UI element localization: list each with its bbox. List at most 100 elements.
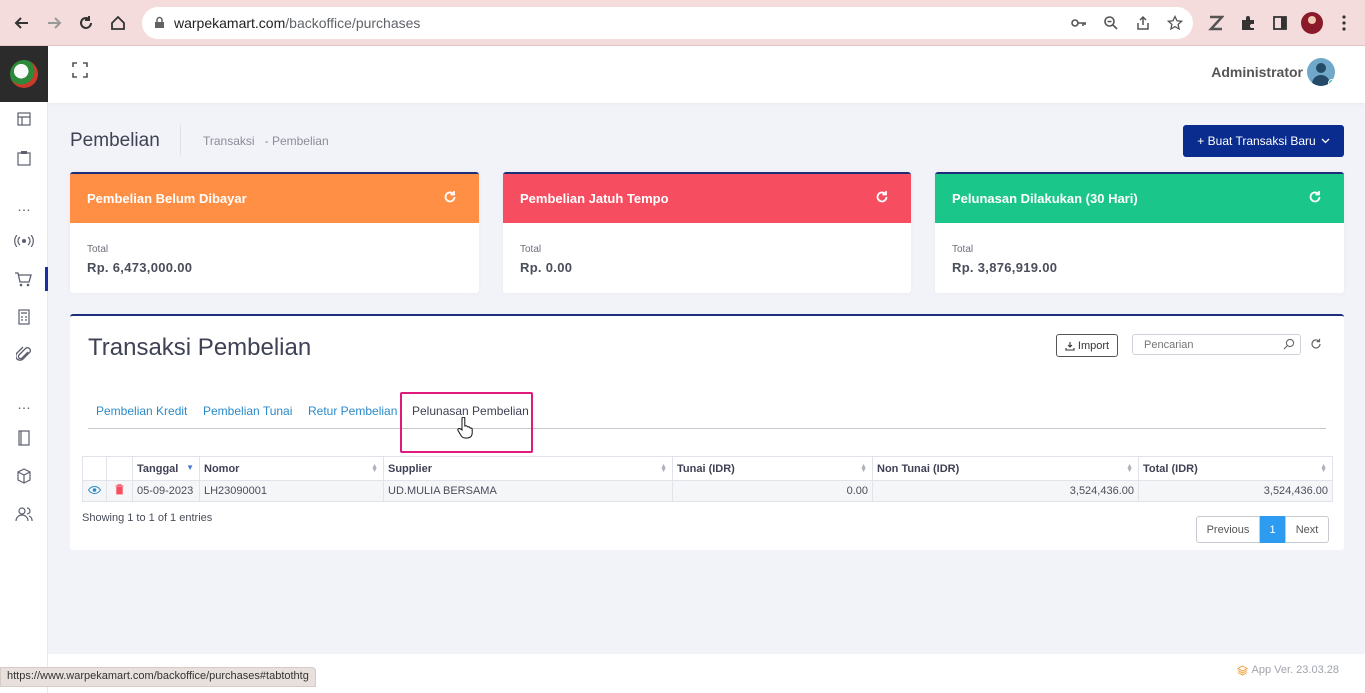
eye-icon[interactable] — [87, 485, 102, 495]
app-topbar: Administrator — [48, 46, 1365, 103]
pagination-page-1[interactable]: 1 — [1260, 516, 1285, 543]
app-version: App Ver. 23.03.28 — [1236, 664, 1339, 676]
forward-icon[interactable] — [42, 11, 66, 35]
browser-menu-icon[interactable] — [1332, 11, 1356, 35]
user-avatar[interactable] — [1307, 58, 1335, 86]
refresh-icon[interactable] — [443, 190, 457, 204]
search-input[interactable] — [1132, 334, 1301, 355]
col-header-tanggal[interactable]: Tanggal ▼ — [132, 456, 200, 481]
key-icon[interactable] — [1071, 16, 1087, 30]
sort-icon: ▲ ▼ — [860, 463, 867, 474]
col-header-non-tunai[interactable]: Non Tunai (IDR) ▲ ▼ — [872, 456, 1139, 481]
card-total-value: Rp. 6,473,000.00 — [87, 260, 193, 275]
search-icon[interactable] — [1283, 338, 1295, 350]
import-button[interactable]: Import — [1056, 334, 1118, 357]
card-total-value: Rp. 0.00 — [520, 260, 573, 275]
profile-avatar-icon[interactable] — [1300, 11, 1324, 35]
lock-icon — [155, 16, 164, 28]
sort-icon: ▲ ▼ — [1126, 463, 1133, 474]
refresh-icon[interactable] — [1310, 338, 1322, 350]
subheader-divider — [180, 125, 181, 155]
users-icon[interactable] — [0, 502, 48, 526]
delete-cell — [106, 480, 133, 502]
cell-nomor: LH23090001 — [199, 480, 384, 502]
tab-retur-pembelian[interactable]: Retur Pembelian — [308, 404, 397, 418]
status-bar-url: https://www.warpekamart.com/backoffice/p… — [0, 667, 316, 687]
col-header-label: Non Tunai (IDR) — [877, 462, 960, 475]
download-icon — [1065, 341, 1075, 351]
view-cell — [82, 480, 107, 502]
extensions-puzzle-icon[interactable] — [1236, 11, 1260, 35]
card-header: Pembelian Belum Dibayar — [70, 174, 479, 223]
bookmark-star-icon[interactable] — [1167, 15, 1183, 31]
calculator-icon[interactable] — [0, 305, 48, 329]
sidebar: … … — [0, 46, 48, 693]
trash-icon[interactable] — [115, 484, 124, 495]
fullscreen-icon[interactable] — [72, 62, 92, 82]
cell-supplier: UD.MULIA BERSAMA — [383, 480, 673, 502]
z-extension-icon[interactable] — [1204, 11, 1228, 35]
breadcrumb-item-transaksi[interactable]: Transaksi — [203, 134, 255, 148]
browser-toolbar: warpekamart.com/backoffice/purchases — [0, 0, 1365, 46]
col-header-nomor[interactable]: Nomor ▲ ▼ — [199, 456, 384, 481]
zoom-icon[interactable] — [1103, 15, 1119, 31]
table-info: Showing 1 to 1 of 1 entries — [82, 512, 213, 524]
clipboard-icon[interactable] — [0, 146, 48, 170]
col-header-label: Nomor — [204, 462, 240, 475]
share-icon[interactable] — [1135, 15, 1151, 31]
app-version-text: App Ver. 23.03.28 — [1251, 664, 1339, 676]
transactions-panel: Transaksi Pembelian Import Pembelian Kre… — [70, 314, 1344, 550]
card-title: Pembelian Belum Dibayar — [87, 191, 247, 206]
more-dots-icon: … — [17, 198, 31, 214]
purchases-table: Tanggal ▼ Nomor ▲ ▼ Supplier ▲ ▼ Tunai (IDR) ▲… — [82, 456, 1333, 502]
delete-col-header — [106, 456, 133, 481]
reload-icon[interactable] — [74, 11, 98, 35]
col-header-label: Tunai (IDR) — [677, 462, 735, 475]
hand-cursor-icon — [457, 417, 473, 439]
page-title: Pembelian — [70, 130, 160, 151]
breadcrumb-item-pembelian[interactable]: Pembelian — [272, 134, 329, 148]
sort-icon: ▲ ▼ — [660, 463, 667, 474]
col-header-tunai[interactable]: Tunai (IDR) ▲ ▼ — [672, 456, 873, 481]
col-header-total[interactable]: Total (IDR) ▲ ▼ — [1138, 456, 1333, 481]
cell-tunai: 0.00 — [672, 480, 873, 502]
tab-pembelian-kredit[interactable]: Pembelian Kredit — [96, 404, 187, 418]
tab-bar: Pembelian Kredit Pembelian Tunai Retur P… — [88, 392, 1326, 429]
col-header-label: Total (IDR) — [1143, 462, 1198, 475]
side-panel-icon[interactable] — [1268, 11, 1292, 35]
card-header: Pembelian Jatuh Tempo — [503, 174, 911, 223]
refresh-icon[interactable] — [1308, 190, 1322, 204]
card-header: Pelunasan Dilakukan (30 Hari) — [935, 174, 1344, 223]
user-name[interactable]: Administrator — [1211, 64, 1303, 80]
card-settlements-30days: Pelunasan Dilakukan (30 Hari) Total Rp. … — [935, 172, 1344, 293]
card-due-purchases: Pembelian Jatuh Tempo Total Rp. 0.00 — [503, 172, 911, 293]
card-total-label: Total — [520, 244, 542, 255]
back-icon[interactable] — [10, 11, 34, 35]
pagination-previous-button[interactable]: Previous — [1196, 516, 1260, 543]
dashboard-icon[interactable] — [0, 107, 48, 131]
cell-non-tunai: 3,524,436.00 — [872, 480, 1139, 502]
box-icon[interactable] — [0, 464, 48, 488]
card-title: Pelunasan Dilakukan (30 Hari) — [952, 191, 1138, 206]
pagination-next-button[interactable]: Next — [1285, 516, 1329, 543]
brand-logo[interactable] — [0, 46, 48, 102]
refresh-icon[interactable] — [875, 190, 889, 204]
address-bar[interactable]: warpekamart.com/backoffice/purchases — [142, 7, 1193, 39]
book-icon[interactable] — [0, 426, 48, 450]
cell-tanggal: 05-09-2023 — [132, 480, 200, 502]
col-header-supplier[interactable]: Supplier ▲ ▼ — [383, 456, 673, 481]
cart-icon[interactable] — [0, 267, 48, 291]
home-icon[interactable] — [106, 11, 130, 35]
panel-title: Transaksi Pembelian — [88, 334, 312, 361]
more-dots-icon-2: … — [17, 396, 31, 412]
broadcast-icon[interactable] — [0, 229, 48, 253]
card-total-label: Total — [87, 244, 109, 255]
tab-pembelian-tunai[interactable]: Pembelian Tunai — [203, 404, 292, 418]
paperclip-icon[interactable] — [0, 343, 48, 367]
card-title: Pembelian Jatuh Tempo — [520, 191, 669, 206]
new-transaction-button[interactable]: + Buat Transaksi Baru — [1183, 125, 1344, 157]
table-row: 05-09-2023 LH23090001 UD.MULIA BERSAMA 0… — [82, 480, 1333, 502]
card-total-value: Rp. 3,876,919.00 — [952, 260, 1058, 275]
layers-icon — [1236, 664, 1248, 676]
new-transaction-label: + Buat Transaksi Baru — [1197, 134, 1316, 148]
